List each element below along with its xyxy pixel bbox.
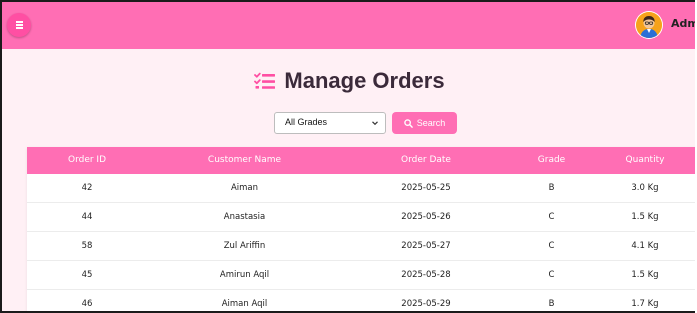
search-button-label: Search	[416, 118, 446, 128]
grade-filter-value: All Grades	[285, 117, 328, 127]
cell-grade: C	[548, 212, 555, 222]
search-button[interactable]: Search	[392, 112, 457, 134]
table-row[interactable]: 58 Zul Ariffin 2025-05-27 C 4.1 Kg	[27, 232, 695, 261]
cell-quantity: 1.7 Kg	[631, 299, 659, 309]
user-avatar-icon[interactable]	[636, 12, 662, 38]
grade-filter-select[interactable]: All Grades	[274, 112, 386, 134]
hamburger-menu-icon	[16, 21, 23, 23]
column-header-quantity: Quantity	[625, 155, 665, 165]
cell-customer-name: Amirun Aqil	[219, 270, 270, 280]
chevron-down-icon	[372, 121, 378, 126]
user-name[interactable]: Admin	[671, 17, 695, 30]
cell-customer-name: Anastasia	[223, 212, 266, 222]
cell-order-id: 42	[81, 183, 93, 193]
avatar-illustration	[636, 12, 662, 38]
column-header-order-id: Order ID	[67, 155, 107, 165]
cell-order-id: 44	[81, 212, 93, 222]
page-title: Manage Orders	[284, 68, 445, 93]
cell-order-date: 2025-05-29	[401, 299, 451, 309]
cell-grade: C	[548, 241, 555, 251]
app-window: Admin Manage Orders All Grades Search	[0, 0, 695, 313]
cell-customer-name: Aiman Aqil	[221, 299, 268, 309]
cell-grade: C	[548, 270, 555, 280]
column-header-order-date: Order Date	[401, 155, 451, 165]
cell-quantity: 1.5 Kg	[631, 270, 659, 280]
search-icon	[403, 118, 413, 128]
top-navbar: Admin	[2, 2, 695, 49]
table-row[interactable]: 44 Anastasia 2025-05-26 C 1.5 Kg	[27, 203, 695, 232]
checklist-icon	[254, 72, 276, 89]
cell-order-date: 2025-05-27	[401, 241, 451, 251]
page-title-area: Manage Orders	[2, 68, 695, 94]
orders-table: Order ID Customer Name Order Date Grade …	[27, 147, 695, 311]
cell-order-id: 45	[81, 270, 93, 280]
cell-customer-name: Zul Ariffin	[223, 241, 266, 251]
table-row[interactable]: 45 Amirun Aqil 2025-05-28 C 1.5 Kg	[27, 261, 695, 290]
cell-quantity: 4.1 Kg	[631, 241, 659, 251]
cell-customer-name: Aiman	[230, 183, 259, 193]
table-header: Order ID Customer Name Order Date Grade …	[27, 147, 695, 174]
cell-order-id: 58	[81, 241, 93, 251]
table-row[interactable]: 46 Aiman Aqil 2025-05-29 B 1.7 Kg	[27, 290, 695, 311]
cell-order-id: 46	[81, 299, 93, 309]
table-row[interactable]: 42 Aiman 2025-05-25 B 3.0 Kg	[27, 174, 695, 203]
column-header-grade: Grade	[537, 155, 566, 165]
cell-order-date: 2025-05-26	[401, 212, 451, 222]
cell-quantity: 3.0 Kg	[631, 183, 659, 193]
cell-order-date: 2025-05-28	[401, 270, 451, 280]
cell-grade: B	[548, 183, 555, 193]
cell-grade: B	[548, 299, 555, 309]
hamburger-menu-button[interactable]	[7, 13, 31, 37]
column-header-customer-name: Customer Name	[207, 155, 282, 165]
cell-quantity: 1.5 Kg	[631, 212, 659, 222]
cell-order-date: 2025-05-25	[401, 183, 451, 193]
